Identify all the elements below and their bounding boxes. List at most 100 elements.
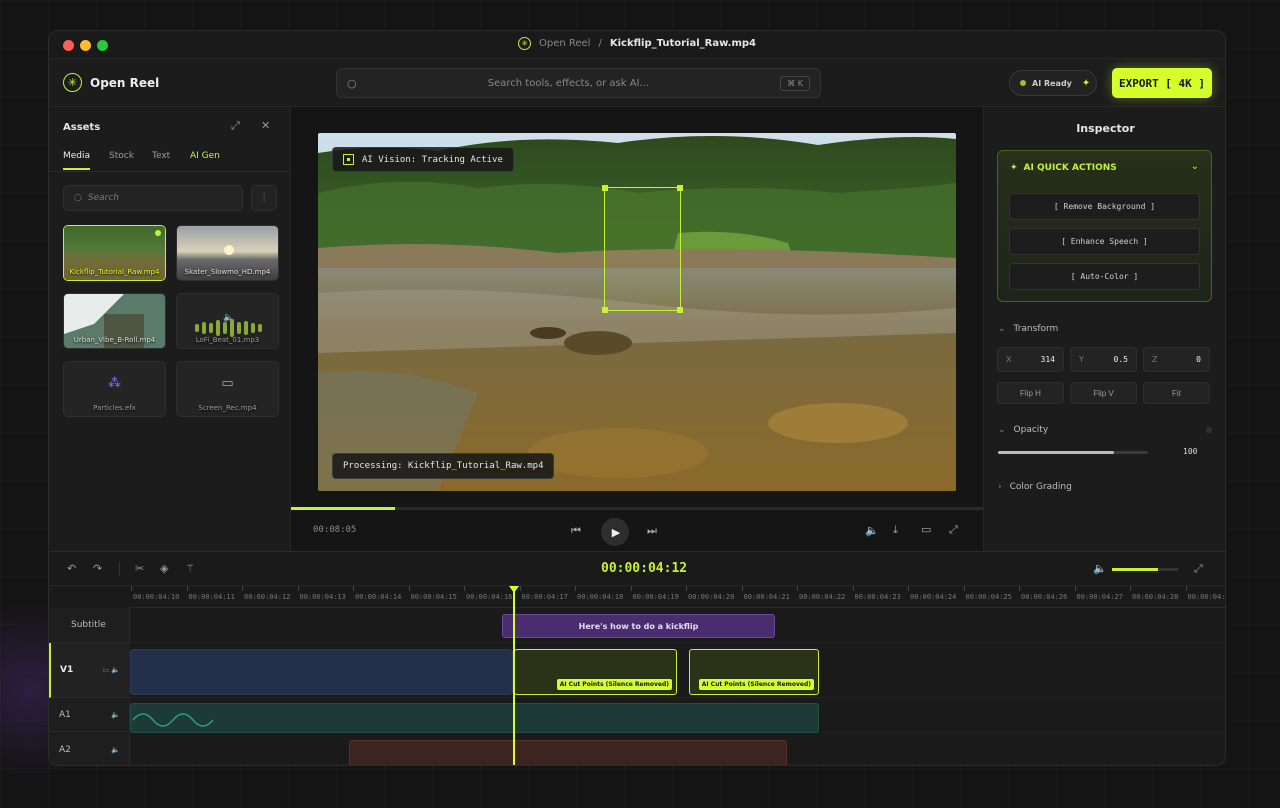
monitor-volume-icon[interactable]: ▭ 🔈 <box>102 666 120 674</box>
download-icon[interactable]: ⤓ <box>893 523 898 537</box>
ruler-tick-mark <box>408 586 410 591</box>
ai-cut-clip[interactable]: AI Cut Points (Silence Removed) <box>689 649 819 695</box>
enhance-speech-button[interactable]: [ Enhance Speech ] <box>1009 228 1200 255</box>
global-search-input[interactable] <box>356 77 781 89</box>
subtitle-clip[interactable]: Here's how to do a kickflip <box>502 614 775 638</box>
assets-search-input[interactable]: ○ Search <box>63 185 243 211</box>
track-name: A2 <box>59 744 71 755</box>
z-field[interactable]: Z0 <box>1143 347 1210 372</box>
x-field[interactable]: X 314 <box>997 347 1064 372</box>
app-header: ✳ Open Reel ○ ⌘ K AI Ready ✦ EXPORT [ 4K… <box>49 59 1225 107</box>
subtitle-clip-label: Here's how to do a kickflip <box>578 621 699 631</box>
brand-name: Open Reel <box>90 75 160 90</box>
expand-icon[interactable]: ⤢ <box>231 119 240 133</box>
asset-card[interactable]: ▭ Screen_Rec.mp4 <box>176 361 279 417</box>
flip-v-button[interactable]: Flip V <box>1070 382 1137 404</box>
skip-back-icon[interactable]: ⏮ <box>571 524 581 538</box>
y-field[interactable]: Y 0.5 <box>1070 347 1137 372</box>
tab-ai-gen[interactable]: AI Gen <box>190 151 220 161</box>
window-title-app: Open Reel <box>538 38 591 49</box>
tracking-icon <box>343 154 354 165</box>
export-button[interactable]: EXPORT [ 4K ] <box>1112 68 1212 98</box>
x-key: X <box>1006 355 1012 364</box>
tab-text[interactable]: Text <box>152 151 170 161</box>
ruler-tick-mark <box>1074 586 1076 591</box>
track-header-a1[interactable]: A1 🔈 <box>49 698 130 732</box>
timeline-toolbar: ↶ ↷ ✂ ◈ ⚚ 00:00:04:12 🔈 ⤢ <box>49 552 1225 586</box>
flip-h-button[interactable]: Flip H <box>997 382 1064 404</box>
global-search[interactable]: ○ ⌘ K <box>336 68 821 98</box>
asset-label: Kickflip_Tutorial_Raw.mp4 <box>69 268 160 276</box>
filter-icon[interactable]: ⫶ <box>251 185 277 211</box>
chevron-down-icon[interactable]: ⌄ <box>1191 161 1199 172</box>
particles-icon: ⁂ <box>108 376 121 391</box>
auto-color-button[interactable]: [ Auto-Color ] <box>1009 263 1200 290</box>
fullscreen-icon[interactable]: ⤢ <box>949 523 958 537</box>
keyframe-dot-icon[interactable] <box>1206 427 1212 433</box>
asset-label: Urban_Vibe_B-Roll.mp4 <box>73 336 156 344</box>
lane-subtitle: Here's how to do a kickflip <box>130 608 1225 643</box>
ai-vision-label: AI Vision: Tracking Active <box>362 154 503 165</box>
color-grading-section[interactable]: › Color Grading <box>998 482 1072 492</box>
timeline-ruler[interactable]: 00:00:04:10 00:00:04:11 00:00:04:12 00:00:0… <box>130 586 1225 608</box>
undo-icon[interactable]: ↶ <box>67 562 76 575</box>
assets-title: Assets <box>63 122 101 133</box>
opacity-fill <box>998 451 1114 454</box>
track-header-v1[interactable]: V1 ▭ 🔈 <box>49 643 130 698</box>
track-header-subtitle[interactable]: Subtitle <box>49 608 130 643</box>
opacity-slider[interactable] <box>998 451 1148 454</box>
ruler-tick-label: 00:00:04:24 <box>910 593 957 601</box>
audio-clip-a2[interactable] <box>349 740 787 765</box>
ruler-tick-mark <box>797 586 798 591</box>
close-icon[interactable]: ✕ <box>261 119 270 132</box>
tracking-box[interactable] <box>602 185 683 313</box>
ruler-tick-mark <box>1130 586 1131 591</box>
magic-wand-icon[interactable]: ⚚ <box>185 562 195 575</box>
timeline-volume-slider[interactable] <box>1112 568 1178 571</box>
ruler-tick-label: 00:00:04: <box>1187 593 1226 601</box>
color-grading-title: Color Grading <box>1009 482 1072 492</box>
redo-icon[interactable]: ↷ <box>93 562 102 575</box>
track-header-a2[interactable]: A2 🔈 <box>49 732 130 765</box>
tab-stock[interactable]: Stock <box>109 151 134 161</box>
ruler-tick-label: 00:00:04:26 <box>1021 593 1068 601</box>
play-button[interactable]: ▶ <box>601 518 629 546</box>
playhead[interactable] <box>513 586 515 765</box>
toolbar-divider <box>119 562 120 576</box>
expand-icon[interactable]: ⤢ <box>1194 562 1203 576</box>
volume-icon[interactable]: 🔈 <box>865 524 879 537</box>
asset-card[interactable]: Skater_Slowmo_HD.mp4 <box>176 225 279 281</box>
volume-icon[interactable]: 🔈 <box>111 711 120 719</box>
layers-icon[interactable]: ◈ <box>160 562 168 575</box>
asset-card[interactable]: Urban_Vibe_B-Roll.mp4 <box>63 293 166 349</box>
playback-progress[interactable] <box>291 507 983 510</box>
asset-card[interactable]: 🔈 LoFi_Beat_01.mp3 <box>176 293 279 349</box>
asset-card[interactable]: ⁂ Particles.efx <box>63 361 166 417</box>
ruler-tick-mark <box>242 586 243 591</box>
ai-quick-actions-header[interactable]: ✦ AI QUICK ACTIONS <box>1010 163 1117 173</box>
tab-media[interactable]: Media <box>63 151 91 170</box>
volume-icon[interactable]: 🔈 <box>111 746 120 754</box>
processing-label: Processing: Kickflip_Tutorial_Raw.mp4 <box>343 461 544 471</box>
remove-background-button[interactable]: [ Remove Background ] <box>1009 193 1200 220</box>
monitor-icon[interactable]: ▭ <box>921 523 931 536</box>
ai-status-pill[interactable]: AI Ready ✦ <box>1009 70 1097 96</box>
ruler-tick-label: 00:00:04:22 <box>799 593 846 601</box>
track-name: A1 <box>59 709 71 720</box>
transform-section[interactable]: ⌄ Transform <box>998 324 1058 334</box>
processing-badge: Processing: Kickflip_Tutorial_Raw.mp4 <box>332 453 555 479</box>
video-preview[interactable]: AI Vision: Tracking Active Processing: K… <box>318 133 956 491</box>
search-shortcut-badge: ⌘ K <box>780 75 810 91</box>
volume-icon[interactable]: 🔈 <box>1093 562 1107 575</box>
ai-cut-clip[interactable]: AI Cut Points (Silence Removed) <box>514 649 677 695</box>
opacity-section[interactable]: ⌄ Opacity <box>998 425 1048 435</box>
video-clip[interactable] <box>130 649 513 695</box>
skip-forward-icon[interactable]: ⏭ <box>647 524 657 538</box>
monitor-icon: ▭ <box>221 376 234 391</box>
ruler-tick-mark <box>908 586 909 591</box>
audio-clip[interactable] <box>130 703 819 733</box>
scissors-icon[interactable]: ✂ <box>135 562 144 575</box>
asset-card[interactable]: Kickflip_Tutorial_Raw.mp4 <box>63 225 166 281</box>
current-timecode: 00:08:05 <box>313 525 357 535</box>
fit-button[interactable]: Fit <box>1143 382 1210 404</box>
